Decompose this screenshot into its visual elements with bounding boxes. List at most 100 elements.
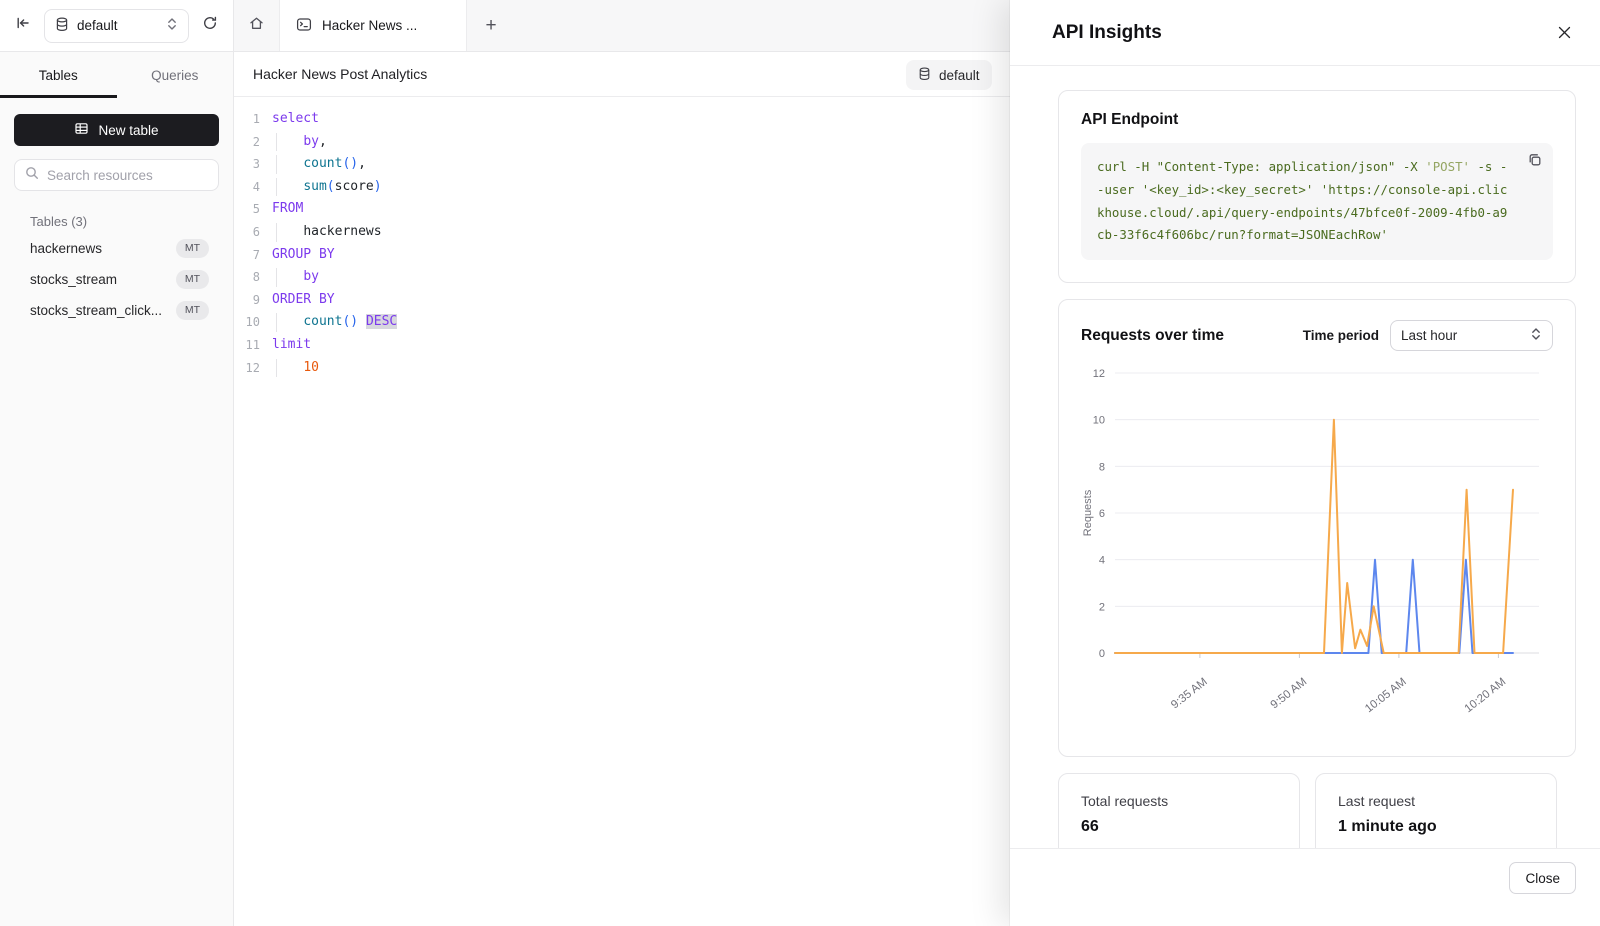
tab-queries[interactable]: Queries: [117, 52, 234, 98]
sidebar-topbar: default: [0, 0, 233, 52]
requests-over-time-card: Requests over time Time period Last hour…: [1058, 299, 1576, 757]
svg-text:10:20 AM: 10:20 AM: [1463, 676, 1509, 715]
line-number: 3: [234, 153, 272, 176]
svg-text:6: 6: [1099, 508, 1105, 520]
code-text: count() DESC: [272, 311, 397, 334]
refresh-button[interactable]: [197, 13, 223, 39]
search-input[interactable]: [47, 168, 208, 183]
table-row[interactable]: hackernews MT: [30, 233, 209, 264]
panel-footer: Close: [1010, 848, 1600, 926]
database-selector-value: default: [77, 18, 158, 33]
database-icon: [55, 17, 69, 35]
copy-icon[interactable]: [1527, 152, 1543, 168]
editor-database-selector[interactable]: default: [906, 60, 992, 90]
time-period-group: Time period Last hour: [1303, 320, 1553, 351]
time-period-value: Last hour: [1401, 328, 1457, 343]
panel-content: API Endpoint curl -H "Content-Type: appl…: [1010, 66, 1600, 848]
line-number: 5: [234, 198, 272, 221]
svg-text:4: 4: [1099, 555, 1105, 567]
line-number: 9: [234, 289, 272, 312]
requests-over-time-title: Requests over time: [1081, 327, 1224, 345]
tab-tables[interactable]: Tables: [0, 52, 117, 98]
code-text: FROM: [272, 198, 303, 221]
last-request-label: Last request: [1338, 793, 1534, 809]
code-text: sum(score): [272, 176, 382, 199]
line-number: 6: [234, 221, 272, 244]
line-number: 11: [234, 334, 272, 357]
svg-text:10: 10: [1093, 415, 1105, 427]
last-request-value: 1 minute ago: [1338, 818, 1534, 836]
new-table-label: New table: [98, 123, 158, 138]
chart-header: Requests over time Time period Last hour: [1081, 320, 1553, 351]
svg-text:10:05 AM: 10:05 AM: [1363, 676, 1409, 715]
svg-text:9:35 AM: 9:35 AM: [1169, 676, 1210, 711]
table-name: stocks_stream: [30, 272, 117, 287]
api-endpoint-title: API Endpoint: [1081, 111, 1553, 129]
line-number: 2: [234, 131, 272, 154]
search-box: [14, 159, 219, 191]
tables-list: hackernewsMTstocks_streamMTstocks_stream…: [0, 233, 233, 326]
last-request-card: Last request 1 minute ago: [1315, 773, 1557, 848]
total-requests-value: 66: [1081, 818, 1277, 836]
new-tab-button[interactable]: +: [467, 0, 515, 51]
requests-orange: [1115, 420, 1513, 653]
tables-section-label: Tables (3): [30, 214, 209, 229]
curl-command: curl -H "Content-Type: application/json"…: [1097, 159, 1507, 242]
refresh-icon: [202, 15, 218, 36]
close-button[interactable]: Close: [1509, 862, 1576, 894]
editor-database-selector-value: default: [939, 68, 980, 83]
line-number: 12: [234, 357, 272, 380]
table-type-badge: MT: [176, 301, 209, 320]
total-requests-card: Total requests 66: [1058, 773, 1300, 848]
stats-row: Total requests 66 Last request 1 minute …: [1058, 773, 1576, 848]
table-name: hackernews: [30, 241, 102, 256]
home-icon: [248, 15, 265, 37]
line-number: 1: [234, 108, 272, 131]
terminal-icon: [296, 17, 312, 35]
svg-text:0: 0: [1099, 648, 1105, 660]
svg-text:12: 12: [1093, 368, 1105, 380]
sidebar-tabs: Tables Queries: [0, 52, 233, 98]
table-row[interactable]: stocks_stream_click... MT: [30, 295, 209, 326]
code-text: by,: [272, 131, 327, 154]
search-icon: [25, 166, 39, 185]
table-name: stocks_stream_click...: [30, 303, 162, 318]
code-text: GROUP BY: [272, 244, 335, 267]
line-number: 8: [234, 266, 272, 289]
table-grid-icon: [74, 121, 89, 139]
api-insights-panel: API Insights API Endpoint curl -H "Conte…: [1010, 0, 1600, 926]
tab-hacker-news[interactable]: Hacker News ...: [280, 0, 467, 51]
database-selector[interactable]: default: [44, 9, 189, 43]
line-number: 10: [234, 311, 272, 334]
query-title: Hacker News Post Analytics: [253, 66, 427, 82]
table-row[interactable]: stocks_stream MT: [30, 264, 209, 295]
new-table-button[interactable]: New table: [14, 114, 219, 146]
collapse-sidebar-button[interactable]: [10, 13, 36, 39]
collapse-left-icon: [15, 15, 31, 36]
database-icon: [918, 67, 931, 84]
svg-text:Requests: Requests: [1082, 490, 1094, 537]
code-text: select: [272, 108, 319, 131]
time-period-label: Time period: [1303, 328, 1379, 343]
line-number: 7: [234, 244, 272, 267]
svg-text:2: 2: [1099, 602, 1105, 614]
code-text: hackernews: [272, 221, 382, 244]
total-requests-label: Total requests: [1081, 793, 1277, 809]
chevron-updown-icon: [166, 17, 178, 34]
left-sidebar: default Tables Queries New: [0, 0, 234, 926]
curl-code-block: curl -H "Content-Type: application/json"…: [1081, 143, 1553, 260]
line-number: 4: [234, 176, 272, 199]
close-icon[interactable]: [1558, 26, 1571, 39]
code-text: by: [272, 266, 319, 289]
requests-chart: 0246810129:35 AM9:50 AM10:05 AM10:20 AMR…: [1081, 363, 1553, 748]
code-text: limit: [272, 334, 311, 357]
active-tab-underline: [0, 95, 117, 98]
time-period-select[interactable]: Last hour: [1390, 320, 1553, 351]
table-type-badge: MT: [176, 239, 209, 258]
tab-title: Hacker News ...: [322, 18, 417, 33]
code-text: count(),: [272, 153, 366, 176]
code-text: ORDER BY: [272, 289, 335, 312]
svg-text:8: 8: [1099, 462, 1105, 474]
home-button[interactable]: [234, 0, 280, 51]
table-type-badge: MT: [176, 270, 209, 289]
